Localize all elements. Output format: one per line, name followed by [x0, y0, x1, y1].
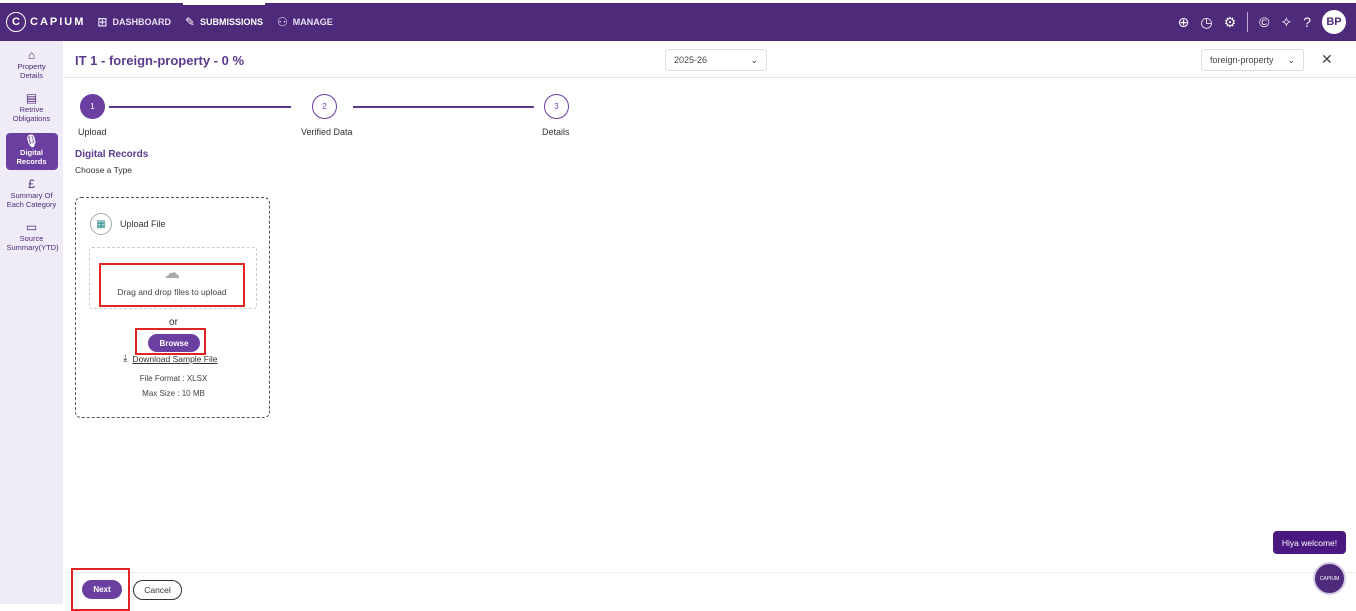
avatar[interactable]: BP — [1322, 10, 1346, 34]
download-sample-link[interactable]: ⤓ Download Sample File — [123, 353, 217, 364]
document-icon: ▤ — [25, 91, 38, 105]
capium-apps-icon[interactable]: © — [1259, 14, 1269, 30]
nav-submissions[interactable]: ✎ SUBMISSIONS — [182, 3, 266, 41]
drop-zone-text: Drag and drop files to upload — [117, 287, 227, 297]
nav-dashboard[interactable]: ⊞ DASHBOARD — [97, 3, 171, 41]
step-2-label: Verified Data — [301, 127, 353, 137]
step-3-circle[interactable]: 3 — [544, 94, 569, 119]
folder-icon: ▭ — [25, 220, 38, 234]
page-header: IT 1 - foreign-property - 0 % 2025-26 ⌄ … — [63, 41, 1356, 78]
nav-submissions-label: SUBMISSIONS — [200, 17, 264, 27]
type-select[interactable]: foreign-property ⌄ — [1201, 49, 1304, 71]
browse-button[interactable]: Browse — [148, 334, 200, 352]
manage-icon: ⚇ — [277, 15, 288, 29]
step-2-circle[interactable]: 2 — [312, 94, 337, 119]
upload-card: ▦ Upload File ☁ Drag and drop files to u… — [75, 197, 270, 418]
cancel-button[interactable]: Cancel — [133, 580, 182, 600]
pound-icon: £ — [28, 177, 35, 191]
dashboard-icon: ⊞ — [97, 15, 108, 29]
cloud-upload-icon: ☁ — [164, 265, 180, 282]
chevron-down-icon: ⌄ — [1287, 54, 1295, 65]
step-1-label: Upload — [78, 127, 107, 137]
sidebar-item-label: Summary Of Each Category — [6, 191, 57, 209]
pencil-icon: ✎ — [184, 15, 196, 29]
drop-zone[interactable]: ☁ Drag and drop files to upload — [89, 247, 257, 309]
or-separator: or — [169, 317, 178, 328]
max-size-text: Max Size : 10 MB — [142, 389, 205, 398]
sidebar-item-label: Digital Records — [16, 148, 47, 166]
step-connector — [353, 106, 534, 108]
section-title: Digital Records — [75, 149, 149, 160]
drop-zone-target[interactable]: ☁ Drag and drop files to upload — [99, 263, 245, 307]
sidebar-item-label: Property Details — [17, 62, 46, 80]
sidebar: ⌂ Property Details ▤ Retrive Obligations… — [0, 41, 63, 604]
nav-manage-label: MANAGE — [292, 17, 333, 27]
add-icon[interactable]: ⊕ — [1178, 14, 1190, 31]
puzzle-icon[interactable]: ✧ — [1280, 14, 1292, 31]
file-format-text: File Format : XLSX — [139, 374, 208, 383]
year-select-value: 2025-26 — [674, 55, 708, 65]
chevron-down-icon: ⌄ — [750, 54, 758, 65]
top-navbar: C CAPIUM ⊞ DASHBOARD ✎ SUBMISSIONS ⚇ MAN… — [0, 3, 1356, 41]
step-3-label: Details — [542, 127, 570, 137]
gear-icon[interactable]: ⚙ — [1224, 14, 1237, 31]
upload-card-header: ▦ Upload File — [90, 213, 166, 235]
next-button[interactable]: Next — [82, 580, 122, 599]
nav-dashboard-label: DASHBOARD — [112, 17, 171, 27]
sidebar-item-label: Source Summary(YTD) — [6, 234, 59, 252]
chat-welcome-bubble[interactable]: Hiya welcome! — [1273, 531, 1346, 554]
capium-logo[interactable]: C CAPIUM — [6, 12, 85, 32]
download-icon: ⤓ — [123, 353, 128, 364]
clock-icon[interactable]: ◷ — [1200, 14, 1212, 31]
next-highlight: Next — [71, 568, 130, 611]
download-sample-label: Download Sample File — [132, 353, 218, 364]
sidebar-item-property-details[interactable]: ⌂ Property Details — [6, 47, 58, 84]
type-select-value: foreign-property — [1210, 55, 1274, 65]
file-upload-icon: ▦ — [90, 213, 112, 235]
sidebar-item-digital-records[interactable]: 🎙 Digital Records — [5, 133, 58, 170]
home-icon: ⌂ — [27, 48, 36, 62]
footer-bar: Next Cancel — [63, 568, 1356, 611]
logo-text: CAPIUM — [30, 16, 86, 28]
browse-highlight: Browse — [135, 328, 206, 355]
sidebar-item-summary-of-each-category[interactable]: £ Summary Of Each Category — [6, 176, 58, 213]
divider — [1247, 12, 1249, 32]
progress-stepper: 1 2 3 Upload Verified Data Details — [63, 90, 763, 140]
step-1-circle[interactable]: 1 — [80, 94, 105, 119]
step-connector — [109, 106, 291, 108]
logo-mark: C — [6, 12, 26, 32]
microphone-icon: 🎙 — [23, 134, 40, 148]
sidebar-item-retrive-obligations[interactable]: ▤ Retrive Obligations — [6, 90, 58, 127]
nav-manage[interactable]: ⚇ MANAGE — [277, 3, 333, 41]
section-subtitle: Choose a Type — [75, 165, 133, 175]
sidebar-item-source-summary[interactable]: ▭ Source Summary(YTD) — [6, 219, 59, 256]
chat-launcher-button[interactable]: CAPIUM — [1313, 562, 1346, 595]
close-icon[interactable]: ✕ — [1321, 51, 1333, 68]
sidebar-item-label: Retrive Obligations — [12, 105, 51, 123]
upload-card-title: Upload File — [120, 219, 166, 229]
help-icon[interactable]: ? — [1303, 14, 1311, 30]
year-select[interactable]: 2025-26 ⌄ — [665, 49, 767, 71]
page-title: IT 1 - foreign-property - 0 % — [75, 53, 245, 68]
